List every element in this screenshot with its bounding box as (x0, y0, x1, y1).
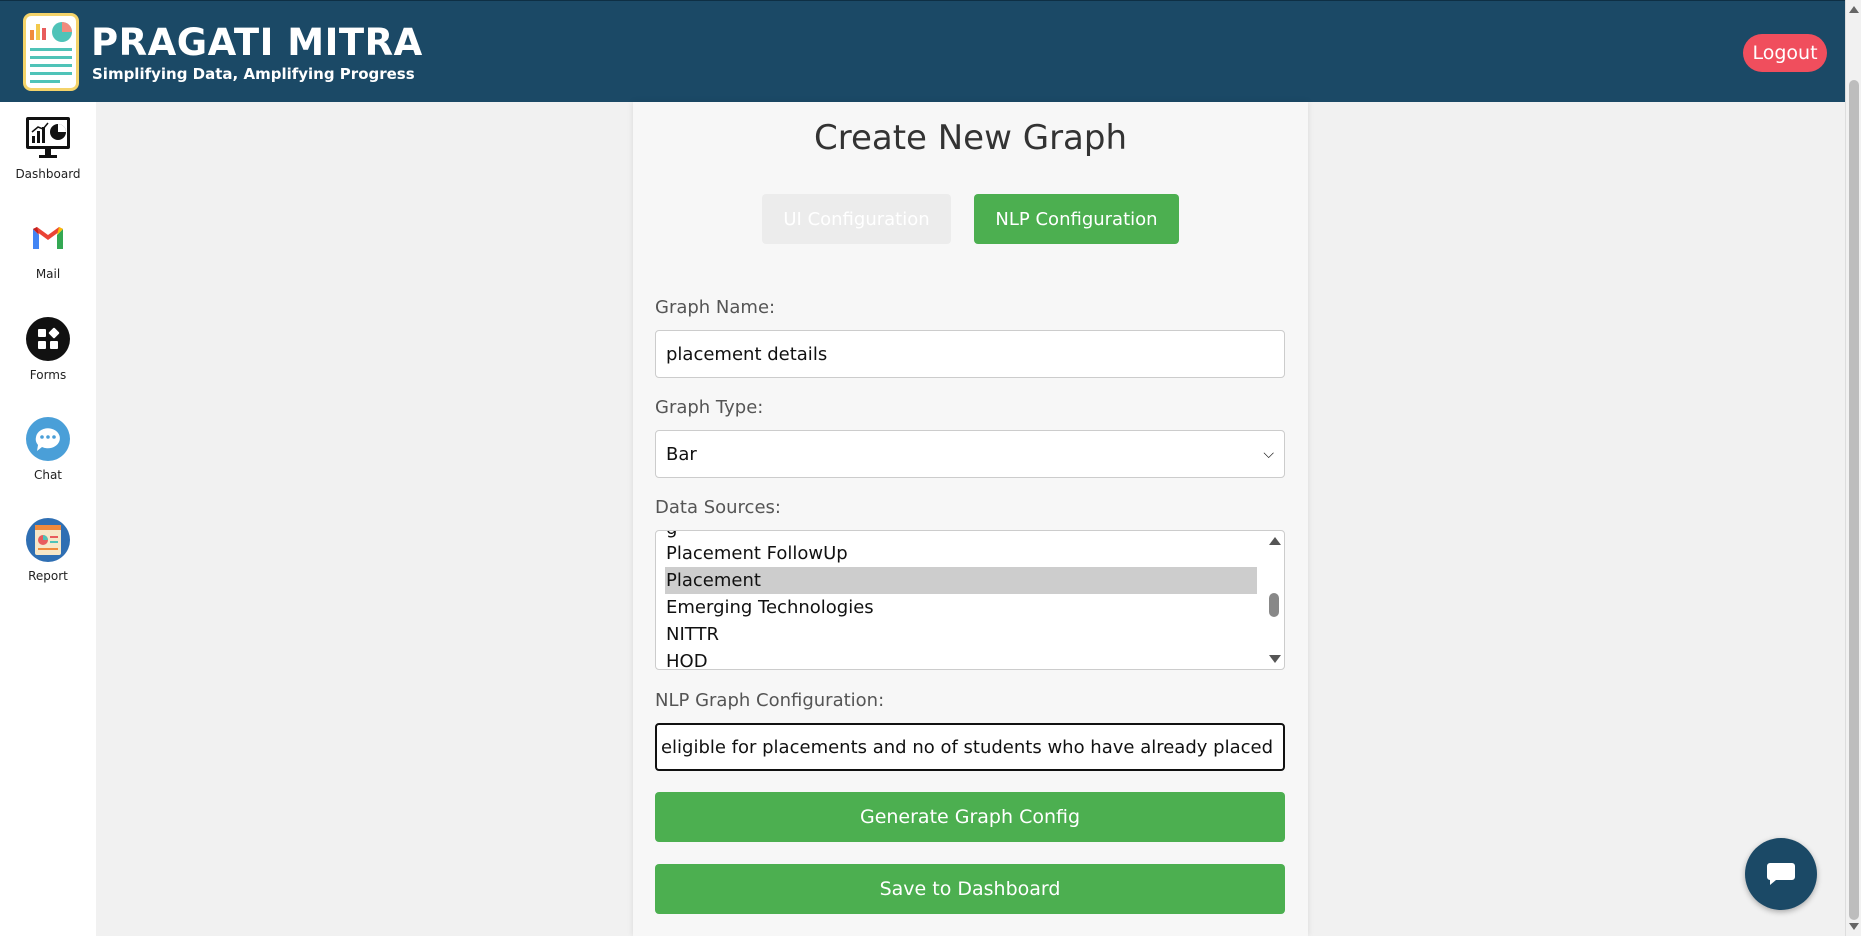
sidebar: Dashboard Mail Forms Chat Report (0, 102, 96, 936)
graph-name-label: Graph Name: (655, 297, 776, 318)
graph-type-label: Graph Type: (655, 397, 764, 418)
forms-icon (24, 315, 72, 363)
generate-graph-config-button[interactable]: Generate Graph Config (655, 792, 1285, 842)
listbox-scroll-thumb[interactable] (1269, 593, 1279, 617)
report-icon (24, 516, 72, 564)
list-item[interactable]: Emerging Technologies (665, 594, 1257, 621)
nlp-config-label: NLP Graph Configuration: (655, 690, 885, 711)
sidebar-item-dashboard[interactable]: Dashboard (0, 114, 96, 181)
sidebar-item-mail[interactable]: Mail (0, 214, 96, 281)
tab-nlp-configuration[interactable]: NLP Configuration (974, 194, 1179, 244)
create-graph-card: Create New Graph UI Configuration NLP Co… (633, 102, 1308, 936)
list-item[interactable]: HOD (665, 648, 1257, 669)
tab-ui-configuration[interactable]: UI Configuration (762, 194, 951, 244)
chevron-down-icon: ⌵ (1263, 446, 1274, 462)
sidebar-item-chat[interactable]: Chat (0, 415, 96, 482)
sidebar-item-report[interactable]: Report (0, 516, 96, 583)
message-icon (1767, 863, 1795, 885)
app-subtitle: Simplifying Data, Amplifying Progress (92, 65, 415, 83)
data-sources-listbox[interactable]: g Placement FollowUp Placement Emerging … (655, 530, 1285, 670)
nlp-config-input[interactable]: eligible for placements and no of studen… (655, 723, 1285, 771)
gmail-icon (24, 214, 72, 262)
graph-type-select[interactable]: Bar ⌵ (655, 430, 1285, 478)
sidebar-item-label: Forms (29, 368, 67, 382)
scroll-up-arrow-icon[interactable] (1849, 6, 1859, 13)
data-sources-label: Data Sources: (655, 497, 781, 518)
page-title: Create New Graph (813, 118, 1128, 158)
app-title: PRAGATI MITRA (91, 21, 423, 64)
sidebar-item-label: Mail (35, 267, 61, 281)
scroll-up-arrow-icon[interactable] (1269, 537, 1281, 545)
scroll-down-arrow-icon[interactable] (1269, 655, 1281, 663)
page-scroll-thumb[interactable] (1849, 80, 1859, 920)
scroll-down-arrow-icon[interactable] (1849, 923, 1859, 930)
save-to-dashboard-button[interactable]: Save to Dashboard (655, 864, 1285, 914)
dashboard-monitor-icon (24, 114, 72, 162)
nlp-config-value: eligible for placements and no of studen… (660, 736, 1273, 758)
list-item[interactable]: NITTR (665, 621, 1257, 648)
sidebar-item-forms[interactable]: Forms (0, 315, 96, 382)
graph-name-input[interactable]: placement details (655, 330, 1285, 378)
chat-bubble-icon (24, 415, 72, 463)
list-item-selected[interactable]: Placement (665, 567, 1257, 594)
sidebar-item-label: Chat (33, 468, 63, 482)
logout-button[interactable]: Logout (1743, 34, 1827, 72)
graph-type-value: Bar (666, 443, 697, 465)
graph-name-value: placement details (666, 343, 828, 365)
list-item[interactable]: Placement FollowUp (665, 540, 1257, 567)
chat-fab-button[interactable] (1745, 838, 1817, 910)
sidebar-item-label: Report (28, 569, 68, 583)
top-header: PRAGATI MITRA Simplifying Data, Amplifyi… (0, 0, 1861, 102)
app-logo-icon (23, 13, 79, 91)
listbox-scrollbar[interactable] (1264, 531, 1284, 669)
sidebar-item-label: Dashboard (15, 167, 81, 181)
page-scrollbar[interactable] (1845, 0, 1861, 936)
